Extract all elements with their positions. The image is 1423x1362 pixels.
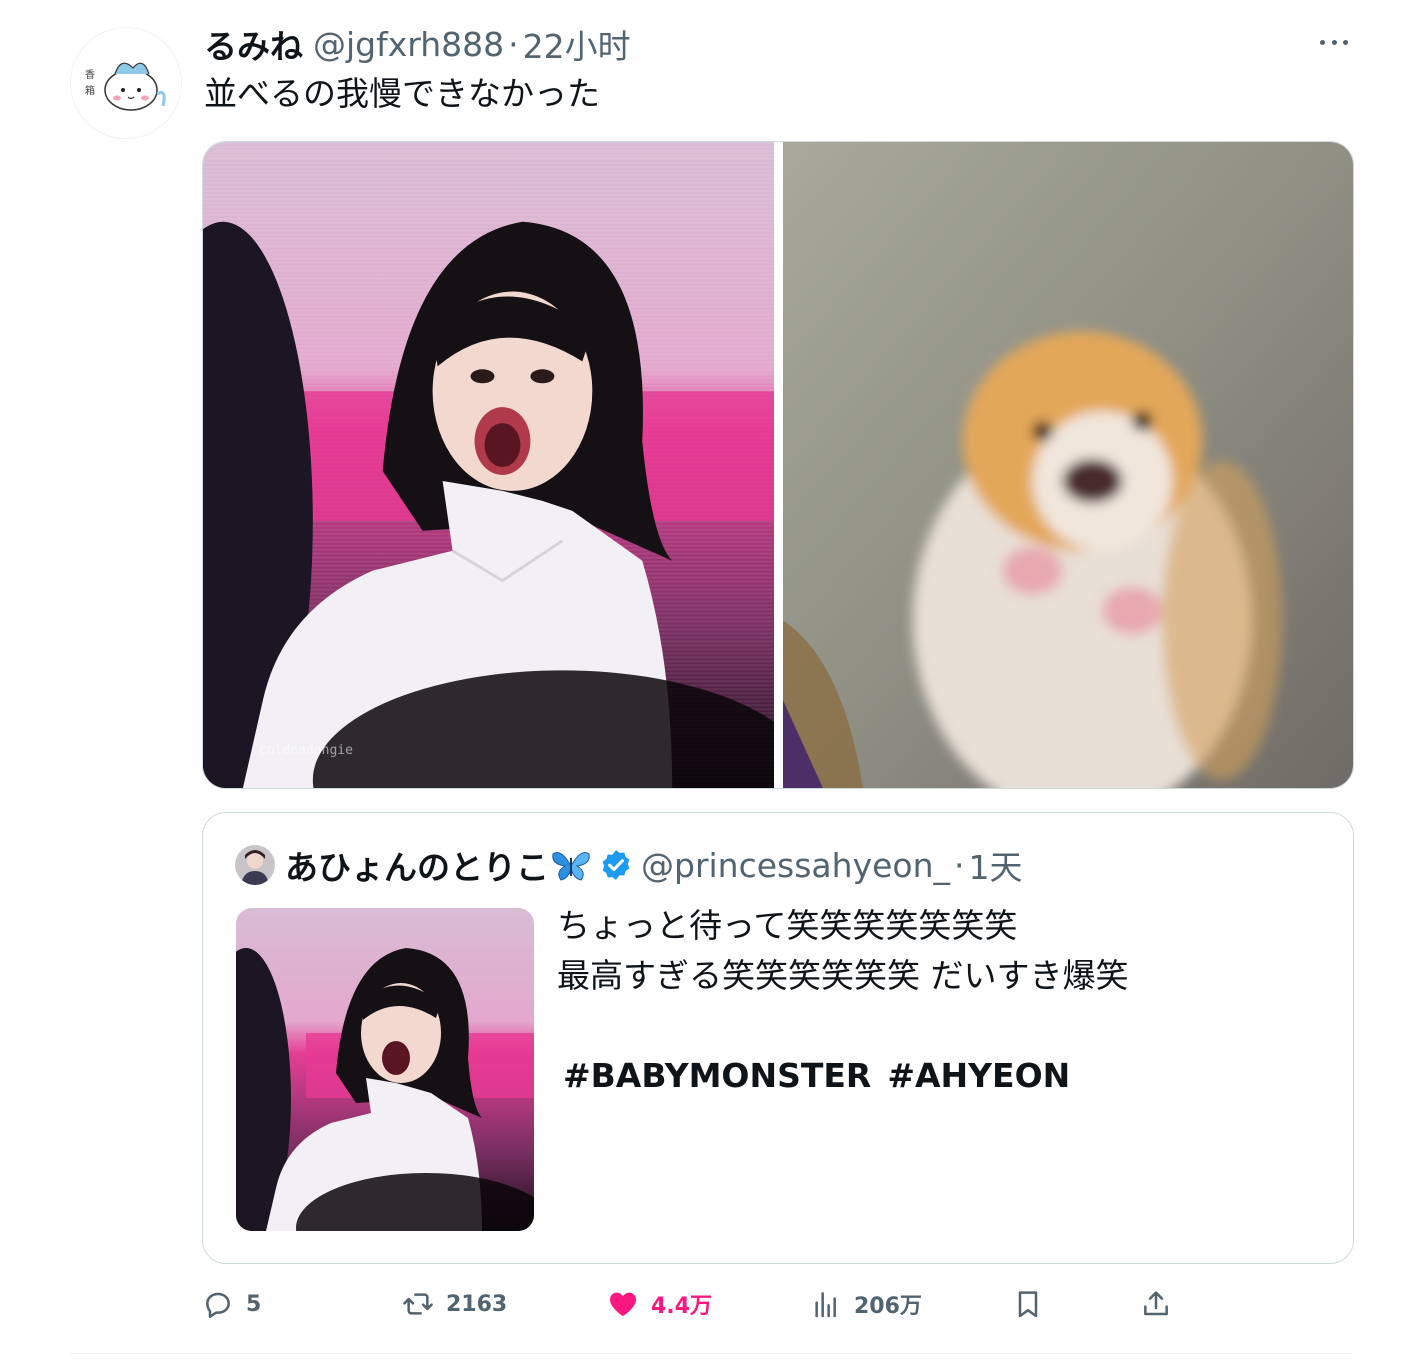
tweet-header: るみね @jgfxrh888 · 22小时 [204,20,631,68]
quote-display-name[interactable]: あひょんのとりこ [285,841,549,889]
blue-butterfly-icon [552,852,590,881]
photo-hamster-scared [783,142,1353,788]
quote-hashtags: #BABYMONSTER #AHYEON [557,1051,1129,1101]
media-photo-singer[interactable]: coldnadongie [203,142,774,788]
media-grid: coldnadongie [202,141,1354,789]
quoted-tweet[interactable]: あひょんのとりこ @princessahyeon_ · 1天 ちょっと待って笑笑… [202,812,1354,1264]
like-button[interactable]: 4.4万 [607,1282,712,1326]
quote-separator: · [954,845,965,885]
quote-timestamp[interactable]: 1天 [969,841,1023,889]
reply-button[interactable]: 5 [202,1282,261,1326]
quote-author-avatar[interactable] [235,845,275,885]
retweet-count: 2163 [446,1291,508,1317]
more-dot-icon [1320,39,1325,45]
views-button[interactable]: 206万 [810,1282,922,1326]
quote-avatar-icon [235,845,275,885]
tweet-action-bar: 5 2163 4.4万 206万 [202,1282,1202,1326]
quote-media-thumbnail[interactable] [236,908,534,1231]
avatar-glyph-1: 香 [85,69,95,81]
quote-author-handle[interactable]: @princessahyeon_ [641,846,950,885]
author-handle[interactable]: @jgfxrh888 [313,25,504,64]
hashtag-ahyeon[interactable]: #AHYEON [887,1051,1070,1101]
retweet-icon [403,1293,433,1315]
quote-header: あひょんのとりこ @princessahyeon_ · 1天 [235,843,1023,887]
media-photo-hamster[interactable] [783,142,1353,788]
verified-badge-icon [602,850,630,880]
analytics-icon [815,1292,836,1318]
like-count: 4.4万 [651,1294,712,1319]
tweet-text: 並べるの我慢できなかった [204,74,600,113]
share-button[interactable] [1140,1282,1172,1326]
chiikawa-avatar-icon: 香 箱 [71,28,181,138]
more-options-button[interactable] [1316,30,1352,54]
author-avatar[interactable]: 香 箱 [70,27,182,139]
heart-filled-icon [610,1292,636,1316]
reply-count: 5 [246,1291,262,1317]
share-icon [1144,1291,1168,1316]
bookmark-icon [1018,1291,1038,1318]
bookmark-button[interactable] [1012,1282,1044,1326]
author-display-name[interactable]: るみね [204,20,303,68]
quote-text-line: 最高すぎる笑笑笑笑笑笑 だいすき爆笑 [557,956,1129,995]
header-separator: · [508,24,519,64]
tweet-divider [70,1353,1353,1354]
more-dot-icon [1343,39,1348,45]
views-count: 206万 [854,1294,922,1319]
photo-singer-shocked-thumb [236,908,534,1231]
retweet-button[interactable]: 2163 [402,1282,507,1326]
more-dot-icon [1331,39,1337,45]
photo-watermark: coldnadongie [259,743,353,758]
reply-icon [206,1292,230,1318]
quote-text: ちょっと待って笑笑笑笑笑笑笑 最高すぎる笑笑笑笑笑笑 だいすき爆笑 #BABYM… [557,901,1129,1101]
quote-text-line: ちょっと待って笑笑笑笑笑笑笑 [557,906,1018,945]
photo-singer-shocked [203,142,774,788]
hashtag-babymonster[interactable]: #BABYMONSTER [563,1051,871,1101]
tweet-timestamp[interactable]: 22小时 [523,20,631,68]
avatar-glyph-2: 箱 [85,84,95,97]
